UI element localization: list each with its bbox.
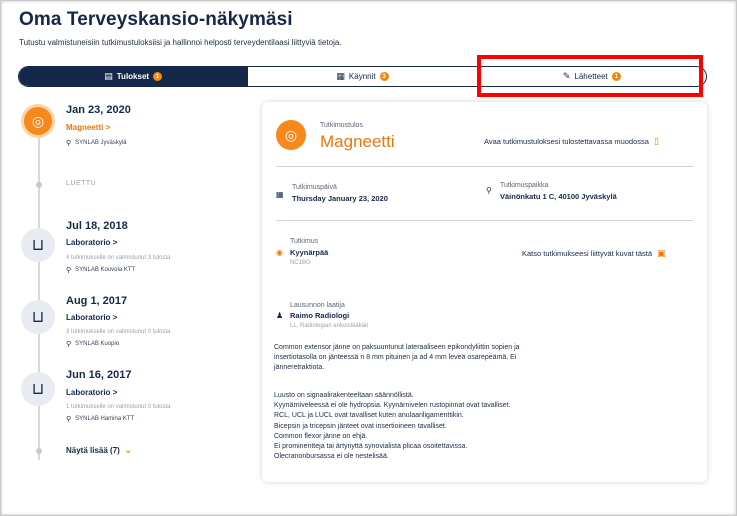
exam-code: NC1BG	[290, 260, 311, 266]
test-tube-icon: ⊔	[21, 228, 55, 262]
doctor-icon: ♟	[276, 311, 284, 320]
timeline-location-text: SYNLAB Hamina KTT	[75, 416, 135, 422]
report-line: Luusto on signaalirakenteeltaan säännöll…	[274, 392, 414, 399]
test-tube-icon: ⊔	[21, 372, 55, 406]
show-more-label: Näytä lisää (7)	[66, 446, 120, 455]
show-more-button[interactable]: Näytä lisää (7) ⌄	[66, 445, 132, 456]
timeline-location-text: SYNLAB Jyväskylä	[75, 140, 127, 146]
divider	[276, 220, 693, 221]
card-heading: Magneetti	[320, 132, 395, 151]
report-paragraph: Luusto on signaalirakenteeltaan säännöll…	[274, 391, 604, 462]
calendar-icon: ▦	[336, 71, 345, 81]
author-value: Raimo Radiologi	[290, 311, 350, 320]
exam-value: Kyynärpää	[290, 248, 329, 257]
exam-label: Tutkimus	[290, 238, 319, 245]
tab-results-badge: 1	[153, 72, 163, 81]
timeline-note: 4 tutkimukselle on valmistunut 3 tulosta	[66, 255, 171, 261]
timeline-type-link[interactable]: Magneetti >	[66, 123, 110, 132]
view-images-link[interactable]: Katso tutkimukseesi liittyvät kuvat täst…	[522, 248, 666, 259]
page-title: Oma Terveyskansio-näkymäsi	[19, 9, 293, 30]
timeline-date: Jun 16, 2017	[66, 369, 132, 381]
tab-visits[interactable]: ▦ Käynnit 3	[247, 67, 476, 86]
view-images-label: Katso tutkimukseesi liittyvät kuvat täst…	[522, 249, 653, 258]
location-pin-icon: ⚲	[66, 341, 72, 348]
timeline-type-link[interactable]: Laboratorio >	[66, 313, 117, 322]
author-title: LL, Radiologian erikoislääkäri	[290, 323, 369, 329]
timeline-location: ⚲ SYNLAB Jyväskylä	[66, 139, 127, 147]
report-line: jänneretraktiota.	[274, 364, 325, 372]
report-line: Kyynärniveleessä ei ole hydropsia. Kyynä…	[274, 402, 511, 410]
tab-visits-label: Käynnit	[348, 72, 376, 81]
location-pin-icon: ⚲	[66, 267, 72, 274]
timeline-location: ⚲ SYNLAB Hamina KTT	[66, 415, 134, 423]
pdf-icon: ▯	[653, 136, 659, 146]
report-line: Ei prominentteja tai ärtynyttä synoviali…	[274, 443, 468, 451]
results-icon: ▤	[104, 71, 113, 81]
mri-icon: ◎	[21, 104, 55, 138]
timeline-location-text: SYNLAB Kouvola KTT	[75, 267, 136, 273]
timeline-type-link[interactable]: Laboratorio >	[66, 388, 117, 397]
report-paragraph: Common extensor jänne on paksuuntunut la…	[274, 343, 604, 374]
timeline-location: ⚲ SYNLAB Kuopio	[66, 340, 119, 348]
place-value: Väinönkatu 1 C, 40100 Jyväskylä	[500, 192, 617, 201]
date-value: Thursday January 23, 2020	[292, 194, 388, 203]
timeline-dot	[36, 448, 42, 454]
page-subtitle: Tutustu valmistuneisiin tutkimustuloksii…	[19, 38, 342, 47]
report-line: Bicepsin ja tricepsin jänteet ovat inser…	[274, 422, 447, 430]
print-result-label: Avaa tutkimustuloksesi tulostettavassa m…	[484, 137, 649, 146]
timeline-note: 1 tutkimukselle on valmistunut 0 tulosta	[66, 404, 171, 410]
location-pin-icon: ⚲	[486, 186, 492, 195]
read-label: LUETTU	[66, 180, 97, 187]
chevron-down-icon: ⌄	[123, 445, 133, 456]
timeline-date: Aug 1, 2017	[66, 295, 128, 307]
report-line: RCL, UCL ja LUCL ovat tavalliset kuten a…	[274, 412, 464, 420]
timeline-note: 3 tutkimukselle on valmistunut 0 tulosta	[66, 329, 171, 335]
highlight-box	[477, 55, 703, 97]
tab-results[interactable]: ▤ Tulokset 1	[19, 67, 248, 86]
timeline-dot	[36, 182, 42, 188]
location-pin-icon: ⚲	[66, 416, 72, 423]
mri-icon: ◉	[276, 248, 283, 257]
timeline-date: Jan 23, 2020	[66, 104, 131, 116]
report-line: insertiotasolla on jänteessä n 8 mm pitu…	[274, 354, 517, 362]
timeline-line	[38, 130, 40, 460]
divider	[276, 166, 693, 167]
timeline-location-text: SYNLAB Kuopio	[75, 341, 120, 347]
place-label: Tutkimuspaikka	[500, 182, 549, 189]
report-line: Common extensor jänne on paksuuntunut la…	[274, 344, 520, 351]
result-card: ◎ Tutkimustulos Magneetti Avaa tutkimust…	[262, 102, 707, 482]
print-result-link[interactable]: Avaa tutkimustuloksesi tulostettavassa m…	[484, 136, 659, 147]
test-tube-icon: ⊔	[21, 300, 55, 334]
location-pin-icon: ⚲	[66, 140, 72, 147]
image-icon: ▣	[657, 248, 666, 258]
tab-visits-badge: 3	[379, 72, 389, 81]
timeline-date: Jul 18, 2018	[66, 220, 128, 232]
author-label: Lausunnon laatija	[290, 302, 345, 309]
report-line: Common flexor jänne on ehjä.	[274, 432, 368, 440]
mri-icon: ◎	[276, 120, 306, 150]
report-line: Olecranonbursassa ei ole nestelisää.	[274, 453, 389, 461]
timeline-type-link[interactable]: Laboratorio >	[66, 238, 117, 247]
calendar-icon: ▦	[276, 190, 284, 199]
card-kicker: Tutkimustulos	[320, 122, 363, 129]
tab-results-label: Tulokset	[116, 72, 150, 81]
timeline-location: ⚲ SYNLAB Kouvola KTT	[66, 266, 135, 274]
date-label: Tutkimuspäivä	[292, 184, 337, 191]
